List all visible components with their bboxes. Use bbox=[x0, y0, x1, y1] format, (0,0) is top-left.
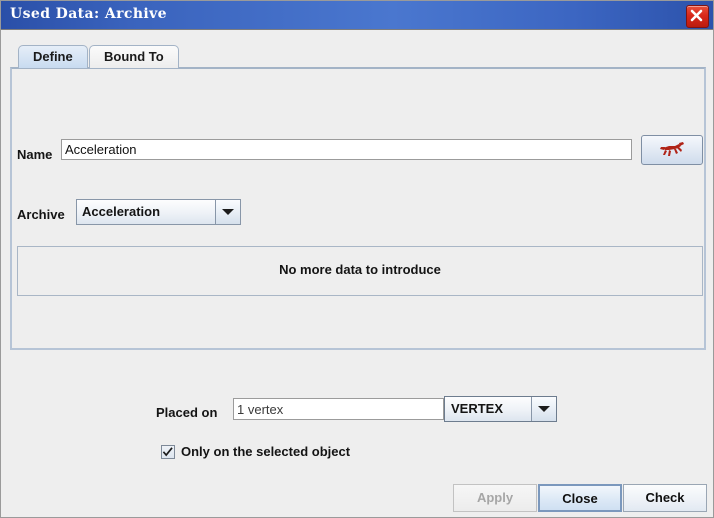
archive-combobox[interactable]: Acceleration bbox=[76, 199, 241, 225]
dialog-title: Used Data: Archive bbox=[10, 6, 167, 22]
used-data-dialog: Used Data: Archive Define Bound To Name bbox=[0, 0, 714, 518]
chevron-down-icon bbox=[222, 209, 234, 215]
placed-on-input[interactable] bbox=[233, 398, 444, 420]
running-animal-icon bbox=[659, 141, 685, 159]
placed-on-label: Placed on bbox=[156, 405, 217, 420]
tab-strip: Define Bound To bbox=[10, 45, 706, 69]
info-panel: No more data to introduce bbox=[17, 246, 703, 296]
chevron-down-icon bbox=[538, 406, 550, 412]
entity-type-combobox[interactable]: VERTEX bbox=[444, 396, 557, 422]
name-input[interactable] bbox=[61, 139, 632, 160]
apply-button[interactable]: Apply bbox=[453, 484, 537, 512]
archive-label: Archive bbox=[17, 207, 65, 222]
close-button[interactable]: Close bbox=[538, 484, 622, 512]
name-label: Name bbox=[17, 147, 52, 162]
info-message: No more data to introduce bbox=[18, 262, 702, 277]
window-close-button[interactable] bbox=[686, 5, 709, 28]
tab-bound-to[interactable]: Bound To bbox=[89, 45, 179, 68]
check-button[interactable]: Check bbox=[623, 484, 707, 512]
define-tab-panel: Name Archive Acceleration bbox=[10, 67, 706, 350]
archive-dropdown-button[interactable] bbox=[215, 200, 240, 224]
checkmark-icon bbox=[162, 446, 174, 458]
archive-combobox-value: Acceleration bbox=[82, 204, 160, 219]
only-selected-checkbox[interactable] bbox=[161, 445, 175, 459]
tab-define[interactable]: Define bbox=[18, 45, 88, 68]
entity-type-value: VERTEX bbox=[451, 401, 503, 416]
close-x-icon bbox=[687, 6, 706, 25]
entity-type-dropdown-button[interactable] bbox=[531, 397, 556, 421]
only-selected-label: Only on the selected object bbox=[181, 444, 350, 459]
dialog-titlebar: Used Data: Archive bbox=[1, 1, 714, 30]
run-button[interactable] bbox=[641, 135, 703, 165]
